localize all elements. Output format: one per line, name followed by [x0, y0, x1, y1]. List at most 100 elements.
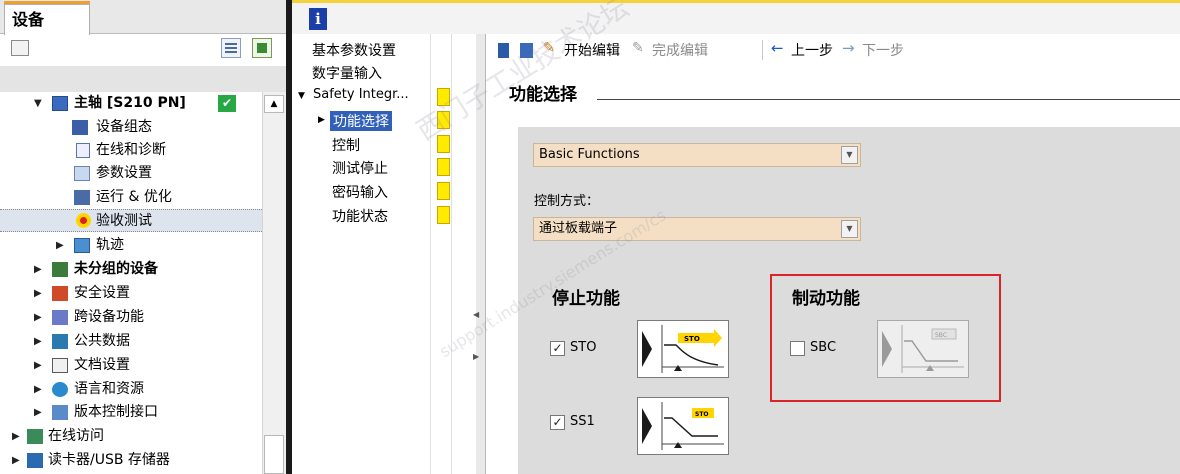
diagnostics-icon — [76, 143, 90, 158]
nav-item-control[interactable]: 控制 — [332, 135, 360, 155]
sbc-label: SBC — [810, 340, 837, 355]
expand-right-icon[interactable]: ▶ — [473, 352, 479, 361]
nav-item-safety-integrated[interactable]: Safety Integr... — [313, 87, 409, 102]
sbc-checkbox[interactable] — [790, 341, 805, 356]
tree-item-online-diagnostics[interactable]: 在线和诊断 — [0, 139, 262, 162]
tree-item-label: 参数设置 — [96, 165, 152, 181]
tree-item-common-data[interactable]: ▶ 公共数据 — [0, 330, 262, 353]
tree-item-label: 在线和诊断 — [96, 142, 166, 158]
tree-item-label: 运行 & 优化 — [96, 189, 172, 205]
tree-item-languages[interactable]: ▶ 语言和资源 — [0, 378, 262, 401]
tree-item-acceptance-test[interactable]: 验收测试 — [0, 209, 262, 232]
tree-item-label: 在线访问 — [48, 428, 104, 444]
overview-icon[interactable] — [221, 38, 241, 58]
tree-item-ungrouped-devices[interactable]: ▶ 未分组的设备 — [0, 258, 262, 281]
tree-item-security-settings[interactable]: ▶ 安全设置 — [0, 282, 262, 305]
control-mode-select[interactable]: 通过板载端子 ▼ — [533, 217, 861, 241]
tree-item-device-config[interactable]: 设备组态 — [0, 116, 262, 139]
card-reader-icon — [27, 453, 43, 468]
online-access-icon — [27, 429, 43, 444]
tree-item-label: 主轴 [S210 PN] — [74, 95, 186, 111]
sto-diagram: STO — [637, 320, 729, 378]
tree-item-parameters[interactable]: 参数设置 — [0, 162, 262, 185]
tab-devices[interactable]: 设备 — [4, 1, 90, 35]
status-indicator — [437, 158, 450, 176]
drive-icon — [52, 96, 68, 111]
expand-arrow-icon[interactable]: ▶ — [34, 282, 42, 305]
parameters-icon — [74, 166, 90, 181]
tree-item-label: 轨迹 — [96, 237, 124, 253]
expand-arrow-icon[interactable]: ▶ — [34, 401, 42, 424]
cross-device-icon — [52, 310, 68, 325]
tree-item-label: 读卡器/USB 存储器 — [48, 452, 170, 468]
toolbar-separator — [762, 40, 763, 60]
expand-arrow-icon[interactable]: ▶ — [318, 115, 325, 125]
expand-arrow-icon[interactable]: ▶ — [34, 258, 42, 281]
tree-item-label: 验收测试 — [96, 213, 152, 229]
expand-arrow-icon[interactable]: ▶ — [34, 306, 42, 329]
ss1-diagram: STO — [637, 397, 729, 455]
nav-item-digital-inputs[interactable]: 数字量输入 — [312, 63, 382, 83]
status-indicator — [437, 182, 450, 200]
version-control-icon — [52, 405, 68, 420]
expand-arrow-icon[interactable]: ▶ — [34, 330, 42, 353]
security-icon — [52, 286, 68, 301]
expand-arrow-icon[interactable]: ▶ — [34, 378, 42, 401]
arrow-right-icon: → — [842, 39, 855, 57]
nav-item-function-status[interactable]: 功能状态 — [332, 206, 388, 226]
tree-header-strip — [0, 66, 288, 92]
tree-item-label: 安全设置 — [74, 285, 130, 301]
tree-item-label: 设备组态 — [96, 119, 152, 135]
finish-edit-icon: ✎ — [632, 40, 644, 56]
nav-item-function-selection[interactable]: 功能选择 — [330, 111, 392, 131]
finish-edit-button[interactable]: 完成编辑 — [652, 40, 708, 60]
previous-step-button[interactable]: 上一步 — [791, 40, 833, 60]
nav-item-basic-params[interactable]: 基本参数设置 — [312, 40, 396, 60]
tools-icon — [74, 190, 90, 205]
project-tree-icon[interactable] — [11, 40, 29, 56]
tree-item-label: 未分组的设备 — [74, 261, 158, 277]
collapse-arrow-icon[interactable]: ▼ — [34, 92, 42, 115]
trace-icon — [74, 238, 90, 253]
tree-item-commissioning[interactable]: 运行 & 优化 — [0, 186, 262, 209]
tree-item-version-control[interactable]: ▶ 版本控制接口 — [0, 401, 262, 424]
inspector-header — [292, 0, 1180, 34]
info-icon[interactable]: i — [309, 8, 327, 30]
functions-select[interactable]: Basic Functions ▼ — [533, 143, 861, 167]
sto-checkbox[interactable]: ✓ — [550, 341, 565, 356]
control-mode-select-value: 通过板载端子 — [539, 221, 618, 236]
dropdown-arrow-icon[interactable]: ▼ — [841, 220, 858, 238]
tree-item-card-reader[interactable]: ▶ 读卡器/USB 存储器 — [0, 449, 262, 472]
expand-arrow-icon[interactable]: ▶ — [34, 354, 42, 377]
control-mode-label: 控制方式： — [534, 194, 600, 209]
document-icon — [52, 358, 68, 373]
title-underline — [597, 99, 1180, 100]
add-device-icon[interactable] — [252, 38, 272, 58]
expand-arrow-icon[interactable]: ▶ — [12, 449, 20, 472]
tree-item-document-settings[interactable]: ▶ 文档设置 — [0, 354, 262, 377]
project-tree-toolbar — [0, 35, 288, 66]
device-config-icon — [72, 120, 88, 135]
tree-item-label: 版本控制接口 — [74, 404, 158, 420]
nav-item-password[interactable]: 密码输入 — [332, 182, 388, 202]
tree-item-online-access[interactable]: ▶ 在线访问 — [0, 425, 262, 448]
ss1-checkbox[interactable]: ✓ — [550, 415, 565, 430]
tree-item-main-axis[interactable]: ▼ 主轴 [S210 PN] ✔ — [0, 92, 262, 115]
sbc-diagram: SBC — [877, 320, 969, 378]
collapse-arrow-icon[interactable]: ▼ — [298, 91, 305, 101]
expand-arrow-icon[interactable]: ▶ — [56, 234, 64, 257]
scrollbar-thumb[interactable] — [264, 435, 284, 474]
status-ok-icon: ✔ — [218, 95, 236, 112]
tree-item-cross-device[interactable]: ▶ 跨设备功能 — [0, 306, 262, 329]
tree-item-trace[interactable]: ▶ 轨迹 — [0, 234, 262, 257]
expand-arrow-icon[interactable]: ▶ — [12, 425, 20, 448]
dropdown-arrow-icon[interactable]: ▼ — [841, 146, 858, 164]
next-step-button[interactable]: 下一步 — [862, 40, 904, 60]
tree-scrollbar[interactable] — [262, 92, 286, 474]
globe-icon — [52, 382, 68, 397]
nav-item-test-stop[interactable]: 测试停止 — [332, 158, 388, 178]
scroll-up-icon[interactable]: ▲ — [264, 95, 284, 113]
tree-item-label: 公共数据 — [74, 333, 130, 349]
ss1-label: SS1 — [570, 414, 595, 429]
tree-item-label: 跨设备功能 — [74, 309, 144, 325]
